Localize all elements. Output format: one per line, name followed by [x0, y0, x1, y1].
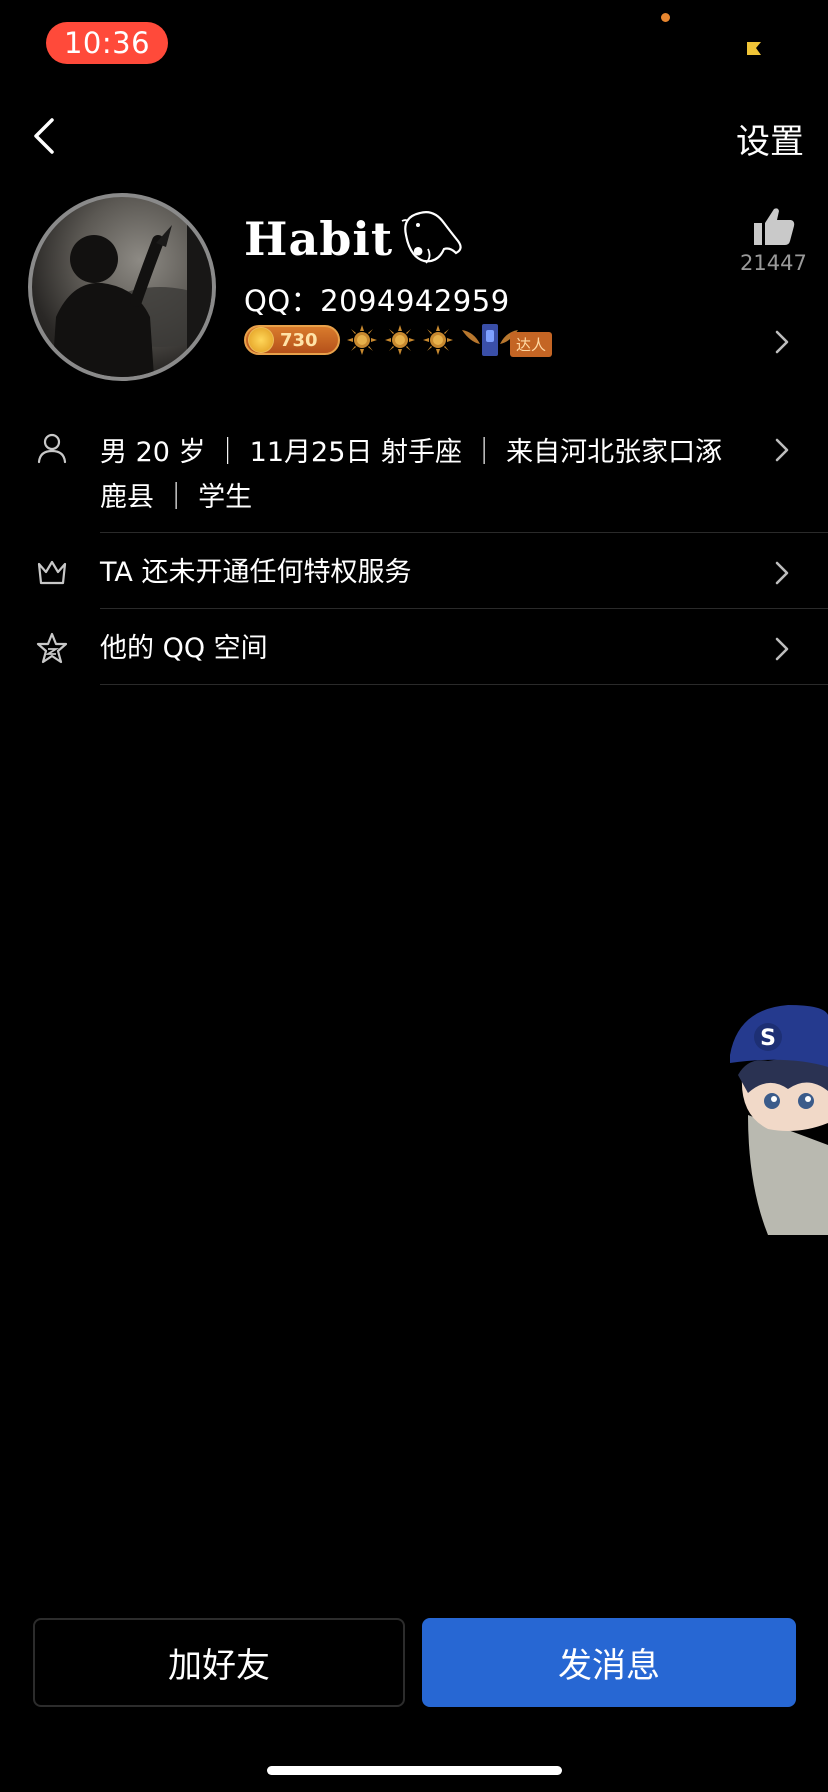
status-time: 10:36	[46, 22, 168, 64]
seal-sticker-icon	[401, 211, 462, 264]
info-row-privilege[interactable]: TA 还未开通任何特权服务	[0, 550, 828, 609]
coin-badge: 730	[244, 325, 340, 355]
coin-icon	[248, 327, 274, 353]
cartoon-character-pendant[interactable]: S	[728, 1005, 828, 1237]
add-friend-button[interactable]: 加好友	[33, 1618, 405, 1707]
svg-text:S: S	[760, 1026, 776, 1051]
notification-flag-icon	[747, 42, 761, 55]
sun-level-icon	[423, 325, 453, 355]
daren-label: 达人	[510, 332, 553, 357]
divider	[100, 684, 828, 685]
info-row-qzone[interactable]: 他的 QQ 空间	[0, 626, 828, 685]
chevron-right-icon[interactable]	[772, 436, 792, 464]
qq-number: QQ：2094942959	[244, 284, 510, 318]
like-count: 21447	[740, 251, 807, 275]
settings-button[interactable]: 设置	[736, 114, 804, 163]
star-icon	[36, 632, 68, 664]
coin-badge-value: 730	[280, 329, 318, 351]
divider	[100, 608, 828, 609]
info-row-basic-text: 男 20 岁 ｜ 11月25日 射手座 ｜ 来自河北张家口涿鹿县 ｜ 学生	[100, 437, 723, 513]
chevron-right-icon[interactable]	[772, 635, 792, 663]
crown-icon	[37, 560, 67, 585]
divider	[100, 532, 828, 533]
level-badges[interactable]: 730 达人	[244, 322, 556, 358]
home-indicator[interactable]	[267, 1766, 562, 1775]
sun-level-icon	[385, 325, 415, 355]
info-row-qzone-text: 他的 QQ 空间	[100, 633, 268, 664]
info-row-basic[interactable]: 男 20 岁 ｜ 11月25日 射手座 ｜ 来自河北张家口涿鹿县 ｜ 学生	[0, 430, 828, 533]
info-row-privilege-text: TA 还未开通任何特权服务	[100, 557, 412, 588]
thumbs-up-icon[interactable]	[752, 205, 796, 247]
daren-badge: 达人	[460, 322, 556, 358]
back-icon[interactable]	[26, 114, 62, 158]
chevron-right-icon[interactable]	[772, 328, 792, 356]
send-message-button[interactable]: 发消息	[422, 1618, 796, 1707]
person-icon	[37, 433, 67, 464]
avatar[interactable]	[28, 193, 216, 381]
cartoon-character-image: S	[730, 1005, 828, 1235]
privacy-indicator-dot	[661, 13, 670, 22]
chevron-right-icon[interactable]	[772, 559, 792, 587]
avatar-image	[52, 197, 212, 377]
sun-level-icon	[347, 325, 377, 355]
